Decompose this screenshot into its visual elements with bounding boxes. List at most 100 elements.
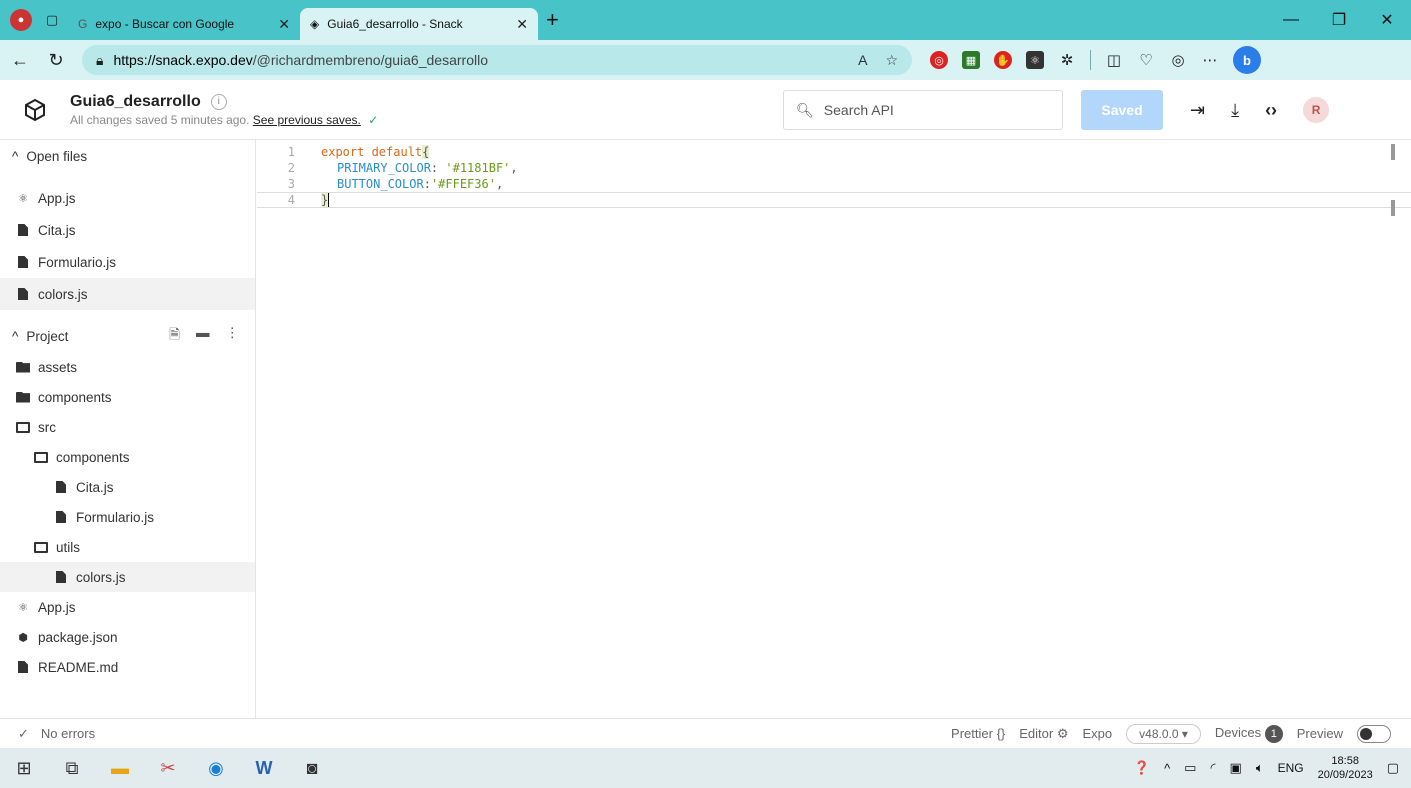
devices-button[interactable]: Devices 1 [1215,724,1283,743]
file-explorer-icon[interactable]: ▬ [96,748,144,788]
profile-icon[interactable]: ● [10,9,32,31]
scrollbar-marker[interactable] [1391,144,1395,160]
word-icon[interactable]: W [240,748,288,788]
tree-item-components[interactable]: components [0,382,255,412]
saved-button[interactable]: Saved [1081,90,1163,130]
back-icon[interactable]: ← [4,44,36,76]
tree-label: assets [38,359,78,375]
prettier-button[interactable]: Prettier {} [951,726,1005,741]
show-hidden-icon[interactable]: ^ [1164,761,1170,776]
edge-browser-icon[interactable]: ◉ [192,748,240,788]
scrollbar-marker[interactable] [1391,200,1395,216]
tree-item-formulario[interactable]: Formulario.js [0,502,255,532]
checkmark-icon: ✓ [368,112,379,127]
language-indicator[interactable]: ENG [1278,761,1304,775]
search-icon: 🔍︎ [796,101,814,118]
window-controls: — ❐ ✕ [1267,0,1411,40]
open-file-item[interactable]: colors.js [0,278,255,310]
restore-icon[interactable]: ❐ [1315,0,1363,40]
sdk-version-select[interactable]: v48.0.0 ▾ [1126,723,1201,744]
download-icon[interactable]: ⤓ [1231,100,1239,121]
embed-code-icon[interactable]: ‹› [1265,100,1277,121]
minimize-icon[interactable]: — [1267,0,1315,40]
snipping-tool-icon[interactable]: ✂ [144,748,192,788]
tree-item-cita[interactable]: Cita.js [0,472,255,502]
collections-icon[interactable]: ◎ [1169,51,1187,69]
folder-open-icon [34,450,48,464]
network-icon[interactable]: ▣ [1230,760,1242,776]
github-icon[interactable]: ◙ [288,748,336,788]
lock-icon: 🔒︎ [96,51,104,68]
read-aloud-icon[interactable]: A [858,52,867,69]
more-options-icon[interactable]: ⋮ [226,325,240,348]
avatar[interactable]: R [1303,97,1330,123]
extension-green-icon[interactable]: ▦ [962,51,980,69]
code-editor[interactable]: 1 export default { 2 PRIMARY_COLOR : '#1… [257,140,1411,718]
bing-icon[interactable]: b [1233,46,1261,74]
refresh-icon[interactable]: ↻ [40,44,72,76]
notifications-icon[interactable]: ▢ [1387,760,1399,776]
snack-logo-icon [25,98,45,121]
project-name[interactable]: Guia6_desarrollo [70,93,201,111]
close-window-icon[interactable]: ✕ [1363,0,1411,40]
close-tab-icon[interactable]: ✕ [278,16,290,33]
url-input[interactable]: 🔒︎ https://snack.expo.dev/@richardmembre… [82,45,912,75]
editor-button[interactable]: Editor ⚙ [1019,726,1068,742]
tree-item-utils[interactable]: utils [0,532,255,562]
split-screen-icon[interactable]: ◫ [1105,51,1123,69]
file-icon [16,287,30,301]
help-icon[interactable]: ❓ [1134,760,1150,776]
close-tab-icon[interactable]: ✕ [516,16,528,33]
volume-muted-icon[interactable]: 🔈︎ [1256,760,1264,776]
new-tab-icon[interactable]: + [546,7,559,33]
tree-item-assets[interactable]: assets [0,352,255,382]
health-icon[interactable]: ♡ [1137,51,1155,69]
project-info: Guia6_desarrollo i All changes saved 5 m… [70,93,378,127]
task-view-icon[interactable]: ⧉ [48,748,96,788]
new-folder-icon[interactable]: ▬ [196,325,210,348]
tree-item-src[interactable]: src [0,412,255,442]
tab-snack[interactable]: ◈ Guia6_desarrollo - Snack ✕ [300,8,538,40]
open-files-header[interactable]: ^ Open files [0,140,255,172]
windows-start-icon[interactable]: ⊞ [0,748,48,788]
open-files-label: Open files [26,148,88,164]
tree-item-colors[interactable]: colors.js [0,562,255,592]
export-icon[interactable]: ⇥ [1190,100,1205,121]
open-file-item[interactable]: ⚛ App.js [0,182,255,214]
extensions-icon[interactable]: ✲ [1058,51,1076,69]
url-host: https://snack.expo.dev [113,52,253,68]
wifi-icon[interactable]: ◜ [1210,760,1215,776]
line-number: 1 [287,145,295,159]
project-header[interactable]: ^ Project 🗎︎ ▬ ⋮ [0,320,255,352]
open-file-item[interactable]: Formulario.js [0,246,255,278]
extension-react-icon[interactable]: ⚛ [1026,51,1044,69]
status-bar: ✓ No errors Prettier {} Editor ⚙ Expo v4… [0,718,1411,748]
tree-item-readme[interactable]: README.md [0,652,255,682]
tree-label: colors.js [76,569,126,585]
tree-label: Cita.js [76,479,114,495]
tree-item-package-json[interactable]: ⬢ package.json [0,622,255,652]
tab-actions-icon[interactable]: ▢ [40,8,64,32]
tree-item-app[interactable]: ⚛ App.js [0,592,255,622]
code-keyword: export default [321,145,423,159]
tab-google-search[interactable]: G expo - Buscar con Google ✕ [68,8,300,40]
new-file-icon[interactable]: 🗎︎ [169,325,180,348]
code-line-current: 4 } [257,192,1411,208]
chevron-up-icon: ^ [12,148,19,164]
search-api-input[interactable]: 🔍︎ Search API [783,90,1063,130]
info-icon[interactable]: i [210,93,227,110]
preview-toggle[interactable] [1357,724,1391,743]
errors-status[interactable]: No errors [41,726,95,741]
extension-red-icon[interactable]: ◎ [930,51,948,69]
more-icon[interactable]: ⋯ [1201,51,1219,69]
clock[interactable]: 18:58 20/09/2023 [1318,754,1373,782]
open-file-item[interactable]: Cita.js [0,214,255,246]
previous-saves-link[interactable]: See previous saves. [253,113,361,127]
tree-item-src-components[interactable]: components [0,442,255,472]
favorite-star-icon[interactable]: ☆ [885,52,898,69]
battery-icon[interactable]: ▭ [1184,760,1196,776]
extension-adblock-icon[interactable]: ✋ [994,51,1012,69]
windows-taskbar: ⊞ ⧉ ▬ ✂ ◉ W ◙ ❓ ^ ▭ ◜ ▣ 🔈︎ ENG 18:58 20/… [0,748,1411,788]
code-string: '#1181BF' [445,161,511,175]
address-bar-row: ← ↻ 🔒︎ https://snack.expo.dev/@richardme… [0,40,1411,80]
